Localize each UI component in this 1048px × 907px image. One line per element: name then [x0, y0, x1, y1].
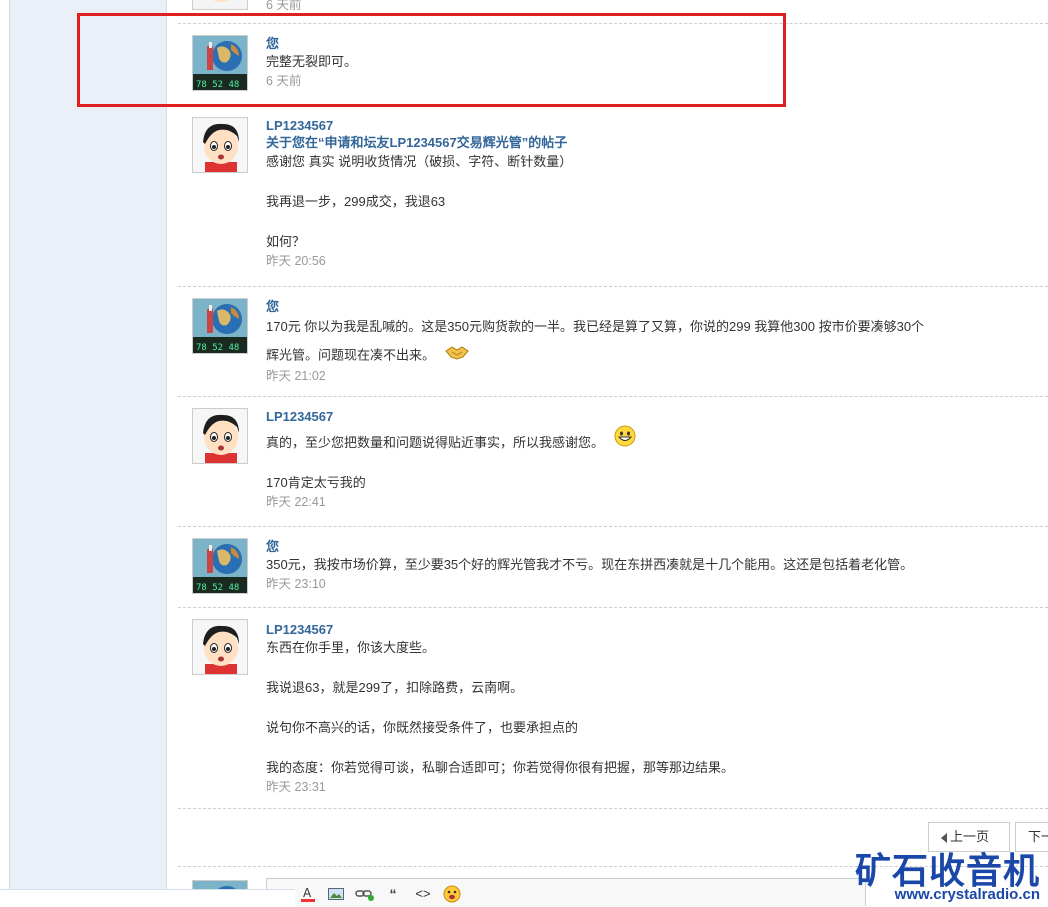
message-time: 昨天 21:02 — [266, 369, 326, 383]
grin-smiley-icon — [614, 425, 636, 453]
message-time: 昨天 23:10 — [266, 577, 326, 591]
message-line: 我的态度：你若觉得可谈，私聊合适即可；你若觉得你很有把握，那等那边结果。 — [266, 760, 735, 775]
avatar-cut — [192, 0, 248, 10]
message-line: 如何？ — [266, 234, 306, 249]
message-author[interactable]: 您 — [266, 539, 1036, 555]
message-subject-link[interactable]: 关于您在“申请和坛友LP1234567交易辉光管”的帖子 — [266, 134, 1036, 152]
left-edge — [0, 0, 10, 890]
smiley-icon[interactable] — [443, 885, 461, 903]
message-time: 昨天 22:41 — [266, 495, 326, 509]
message-line: 真的，至少您把数量和问题说得贴近事实，所以我感谢您。 — [266, 435, 605, 450]
divider — [178, 808, 1048, 809]
font-color-icon[interactable]: A — [299, 885, 317, 903]
message-line: 说句你不高兴的话，你既然接受条件了，也要承担点的 — [266, 720, 579, 735]
left-sidebar — [10, 0, 167, 890]
previous-message-time: 6 天前 — [266, 0, 302, 12]
highlight-box — [77, 13, 786, 107]
editor-toolbar: A “ <> — [266, 878, 866, 906]
message-author[interactable]: LP1234567 — [266, 622, 1036, 638]
message-line: 我说退63，就是299了，扣除路费，云南啊。 — [266, 680, 524, 695]
svg-text:78 52 48: 78 52 48 — [196, 343, 239, 353]
message-time: 昨天 20:56 — [266, 254, 326, 268]
message-item: LP1234567 关于您在“申请和坛友LP1234567交易辉光管”的帖子 感… — [178, 106, 1048, 286]
message-line: 东西在你手里，你该大度些。 — [266, 640, 436, 655]
message-author[interactable]: LP1234567 — [266, 409, 1036, 425]
svg-text:78 52 48: 78 52 48 — [196, 583, 239, 593]
message-line: 350元，我按市场价算，至少要35个好的辉光管我才不亏。现在东拼西凑就是十几个能… — [266, 557, 914, 572]
globe-avatar-icon[interactable]: 78 52 48 — [192, 538, 248, 594]
message-author[interactable]: LP1234567 — [266, 118, 1036, 134]
cartoon-boy-avatar-icon[interactable] — [192, 408, 248, 464]
message-line: 170元 你以为我是乱喊的。这是350元购货款的一半。我已经是算了又算，你说的2… — [266, 319, 925, 334]
message-item: LP1234567 真的，至少您把数量和问题说得贴近事实，所以我感谢您。 170… — [178, 396, 1048, 527]
code-icon[interactable]: <> — [411, 885, 435, 903]
handshake-icon — [444, 345, 469, 367]
link-icon[interactable] — [355, 885, 374, 903]
message-item: 78 52 48 您 350元，我按市场价算，至少要35个好的辉光管我才不亏。现… — [178, 526, 1048, 607]
message-line: 170肯定太亏我的 — [266, 475, 366, 490]
message-line: 我再退一步，299成交，我退63 — [266, 194, 446, 209]
cartoon-boy-avatar-icon[interactable] — [192, 619, 248, 675]
message-line: 辉光管。问题现在凑不出来。 — [266, 347, 436, 363]
message-time: 昨天 23:31 — [266, 780, 326, 794]
sidebar-footer — [0, 889, 295, 907]
quote-icon[interactable]: “ — [384, 885, 402, 903]
svg-text:A: A — [303, 886, 312, 900]
message-author[interactable]: 您 — [266, 299, 1036, 315]
cartoon-boy-avatar-icon[interactable] — [192, 117, 248, 173]
message-item: 78 52 48 您 170元 你以为我是乱喊的。这是350元购货款的一半。我已… — [178, 286, 1048, 397]
message-item: LP1234567 东西在你手里，你该大度些。 我说退63，就是299了，扣除路… — [178, 607, 1048, 808]
image-icon[interactable] — [327, 885, 345, 903]
watermark-url: www.crystalradio.cn — [894, 886, 1040, 903]
globe-avatar-icon[interactable]: 78 52 48 — [192, 298, 248, 354]
message-line: 感谢您 真实 说明收货情况（破损、字符、断针数量） — [266, 154, 573, 169]
site-watermark: 矿石收音机 www.crystalradio.cn — [855, 842, 1048, 906]
